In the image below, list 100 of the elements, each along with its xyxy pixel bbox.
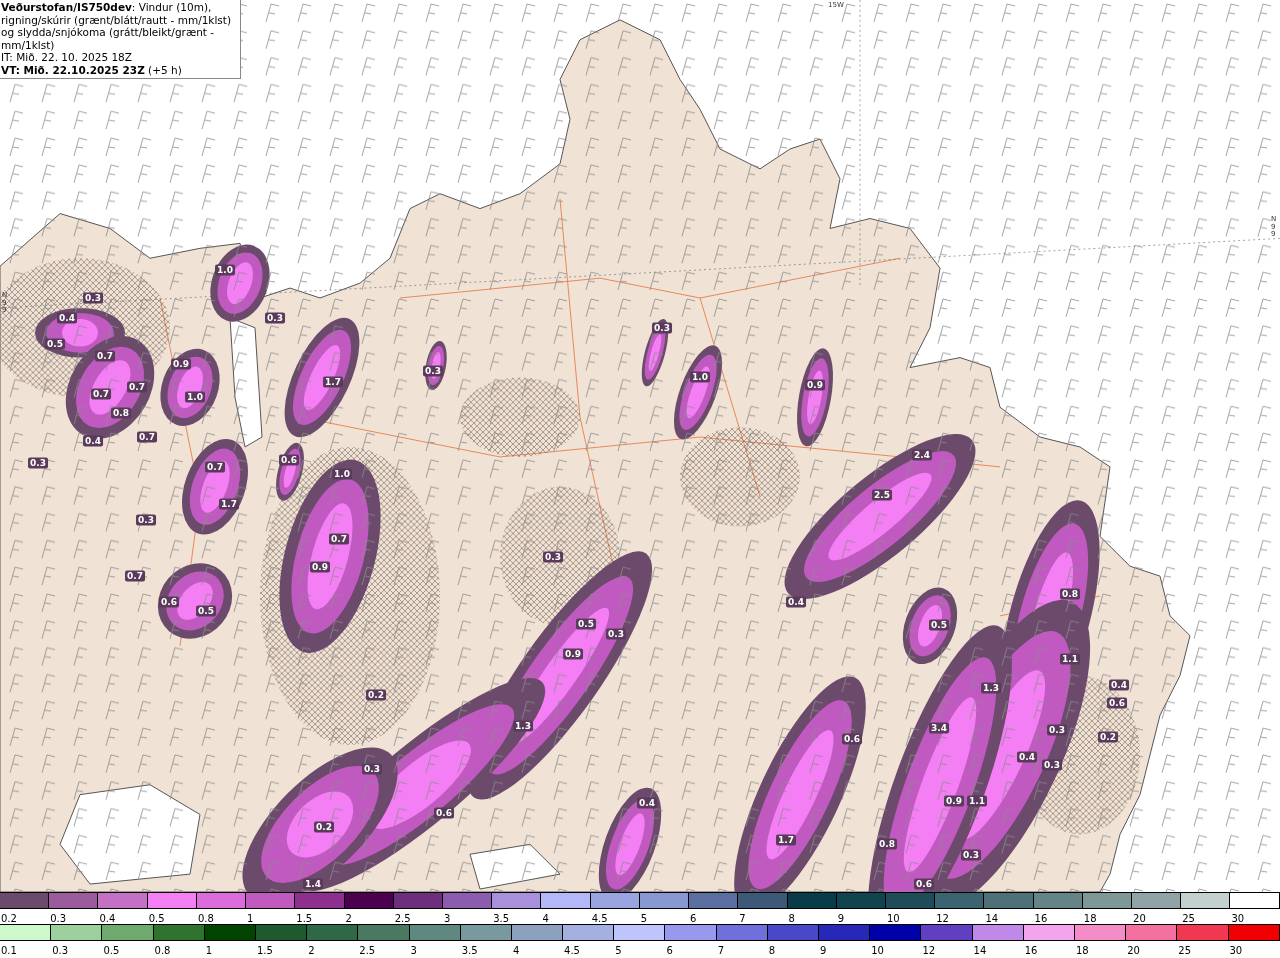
contour-label: 0.6 — [1107, 697, 1127, 709]
contour-label: 0.3 — [83, 292, 103, 304]
contour-label: 0.7 — [329, 533, 349, 545]
legend-label: 25 — [1182, 913, 1195, 924]
legend-label: 14 — [973, 945, 987, 956]
legend-label: 0.3 — [50, 913, 67, 924]
contour-label: 0.4 — [83, 435, 103, 447]
contour-label: 1.0 — [332, 468, 352, 480]
legend-label: 0.8 — [197, 913, 214, 924]
legend-label: 18 — [1083, 913, 1097, 924]
contour-label: 0.3 — [1047, 724, 1067, 736]
legend-label: 4 — [542, 913, 549, 924]
contour-label: 1.7 — [323, 376, 343, 388]
contour-label: 0.7 — [205, 461, 225, 473]
issue-time: IT: Mið. 22. 10. 2025 18Z — [1, 51, 133, 64]
contour-label: 1.3 — [981, 682, 1001, 694]
contour-label: 1.7 — [776, 834, 796, 846]
contour-label: 0.8 — [1060, 588, 1080, 600]
legend-label: 4 — [512, 945, 520, 956]
legend-label: 0.5 — [148, 913, 165, 924]
map-description: Veðurstofan/IS750dev: Vindur (10m), rigning/skúrir (grænt/blátt/rautt - mm/1klst) og slydda/snjókoma (grátt/bleikt/grænt - mm/1klst) — [1, 1, 233, 51]
contour-label: 0.4 — [786, 596, 806, 608]
contour-label: 0.6 — [159, 596, 179, 608]
legend-label: 12 — [922, 945, 936, 956]
legend-label: 4.5 — [591, 913, 608, 924]
contour-label: 0.2 — [314, 821, 334, 833]
contour-label: 0.9 — [563, 648, 583, 660]
legend-label: 1 — [247, 913, 254, 924]
legend-label: 10 — [871, 945, 884, 956]
legend-label: 0.1 — [1, 945, 17, 956]
contour-label: 2.5 — [872, 489, 892, 501]
legend-label: 8 — [768, 945, 776, 956]
legend-label: 2.5 — [394, 913, 411, 924]
contour-label: 0.8 — [111, 407, 131, 419]
contour-label: 0.7 — [137, 431, 157, 443]
legend-label: 7 — [717, 945, 724, 956]
contour-label: 0.9 — [171, 358, 191, 370]
contour-label: 0.7 — [125, 570, 145, 582]
contour-label: 0.7 — [127, 381, 147, 393]
legend-label: 3 — [443, 913, 451, 924]
contour-label: 1.1 — [967, 795, 987, 807]
legend-label: 3 — [410, 945, 417, 956]
contour-label: 1.1 — [1060, 653, 1080, 665]
contour-label: 0.4 — [1109, 679, 1129, 691]
contour-label: 0.4 — [637, 797, 657, 809]
legend-label: 6 — [690, 913, 697, 924]
contour-label: 0.6 — [914, 878, 934, 890]
contour-label: 0.5 — [45, 338, 65, 350]
contour-label: 0.3 — [362, 763, 382, 775]
valid-time: VT: Mið. 22.10.2025 23Z (+5 h) — [1, 63, 183, 76]
contour-label: 0.6 — [842, 733, 862, 745]
contour-label: 0.3 — [961, 849, 981, 861]
contour-label: 0.7 — [91, 388, 111, 400]
contour-label: 0.3 — [136, 515, 156, 526]
contour-label: 0.5 — [196, 605, 216, 617]
contour-label: 0.3 — [606, 628, 626, 640]
contour-label: 3.4 — [929, 722, 949, 734]
legend-label: 10 — [886, 913, 900, 924]
contour-label: 1.3 — [513, 720, 533, 732]
contour-label: 2.4 — [912, 449, 932, 461]
contour-label: 0.3 — [265, 312, 285, 324]
legend-label: 2 — [308, 945, 315, 956]
legend-label: 5 — [640, 913, 648, 924]
contour-label: 1.0 — [185, 391, 205, 403]
legend-label: 25 — [1178, 945, 1192, 956]
legend-label: 30 — [1231, 913, 1245, 924]
legend-label: 16 — [1024, 945, 1038, 956]
legend-label: 9 — [837, 913, 845, 924]
legend-label: 14 — [985, 913, 999, 924]
legend-label: 2 — [345, 913, 352, 924]
legend-label: 16 — [1034, 913, 1048, 924]
legend-label: 3.5 — [493, 913, 510, 924]
contour-label: 0.7 — [95, 350, 115, 362]
contour-label: 0.9 — [310, 561, 330, 573]
legend-label: 0.2 — [1, 913, 17, 924]
legend-label: 4.5 — [564, 945, 580, 956]
legend-label: 7 — [739, 913, 746, 924]
contour-label: 0.8 — [877, 838, 897, 850]
contour-label: 0.3 — [423, 365, 443, 376]
contour-label: 0.3 — [1042, 759, 1062, 771]
contour-label: 0.9 — [944, 795, 964, 807]
legend-label: 20 — [1133, 913, 1146, 924]
legend-label: 9 — [820, 945, 827, 956]
contour-label: 0.4 — [57, 312, 77, 324]
legend-label: 2.5 — [359, 945, 376, 956]
contour-label: 0.6 — [434, 807, 454, 819]
contour-label: 0.6 — [279, 454, 299, 466]
legend-label: 20 — [1127, 945, 1140, 956]
contour-label: 1.4 — [303, 878, 323, 890]
contour-label: 0.5 — [929, 619, 949, 631]
legend-label: 6 — [666, 945, 673, 956]
legend-label: 30 — [1229, 945, 1243, 956]
legend-label: 1 — [205, 945, 213, 956]
legend-label: 12 — [936, 913, 949, 924]
contour-label: 0.2 — [1098, 731, 1118, 743]
contour-label: 0.4 — [1017, 751, 1037, 763]
legend-label: 0.3 — [52, 945, 69, 956]
legend-label: 0.8 — [154, 945, 171, 956]
contour-label: 0.3 — [28, 457, 48, 469]
legend-label: 5 — [615, 945, 622, 956]
